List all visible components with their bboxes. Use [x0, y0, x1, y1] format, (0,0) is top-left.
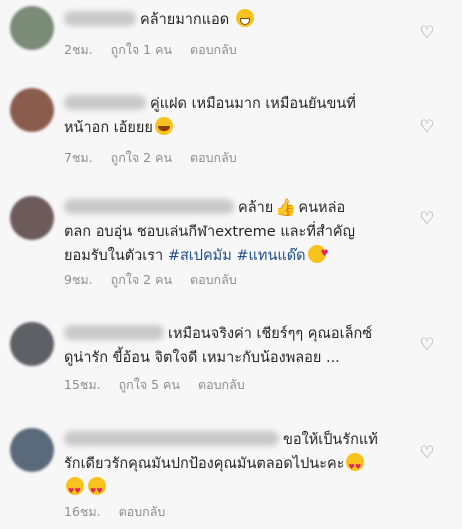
comment-time: 2ชม.: [64, 42, 93, 57]
comment-text: คล้าย 👍 คนหล่อ ตลก อบอุ่น ชอบเล่นกีฬาextre…: [64, 196, 404, 268]
heart-eyes-emoji-icon: [346, 453, 365, 479]
comment-meta: 15ชม. ถูกใจ 5 คน ตอบกลับ: [64, 375, 259, 395]
username[interactable]: [64, 199, 234, 214]
username[interactable]: [64, 325, 164, 340]
username[interactable]: [64, 95, 146, 110]
heart-outline-icon[interactable]: ♡: [418, 118, 436, 136]
grin-emoji-icon: [235, 9, 254, 27]
comment-time: 15ชม.: [64, 377, 101, 392]
laughing-emoji-icon: [154, 117, 173, 135]
likes-count[interactable]: ถูกใจ 2 คน: [111, 272, 172, 287]
avatar[interactable]: [10, 322, 54, 366]
heart-outline-icon[interactable]: ♡: [418, 24, 436, 42]
heart-eyes-emoji-icon: [66, 477, 84, 503]
reply-button[interactable]: ตอบกลับ: [198, 377, 245, 392]
likes-count[interactable]: ถูกใจ 1 คน: [111, 42, 172, 57]
kiss-emoji-icon: [307, 242, 329, 266]
username[interactable]: [64, 11, 136, 26]
reply-button[interactable]: ตอบกลับ: [119, 504, 166, 519]
comment-time: 16ชม.: [64, 504, 101, 519]
comment-text: ขอให้เป็นรักแท้ รักเดียวรักคุณมันปกป้องค…: [64, 428, 404, 503]
avatar[interactable]: [10, 428, 54, 472]
hashtags[interactable]: #สเปคมัม #แทนแด๊ด: [168, 248, 306, 264]
heart-outline-icon[interactable]: ♡: [418, 336, 436, 354]
reply-button[interactable]: ตอบกลับ: [190, 272, 237, 287]
reply-button[interactable]: ตอบกลับ: [190, 42, 237, 57]
comment-meta: 2ชม. ถูกใจ 1 คน ตอบกลับ: [64, 40, 251, 60]
comment-time: 7ชม.: [64, 150, 93, 165]
comment-text: คู่แฝด เหมือนมาก เหมือนยันขนที่ หน้าอก เ…: [64, 95, 356, 136]
heart-outline-icon[interactable]: ♡: [418, 210, 436, 228]
username[interactable]: [64, 431, 279, 446]
likes-count[interactable]: ถูกใจ 2 คน: [111, 150, 172, 165]
comment-text: คล้ายมากแอด: [64, 8, 404, 32]
comment-time: 9ชม.: [64, 272, 93, 287]
comment-meta: 16ชม. ตอบกลับ: [64, 502, 179, 522]
avatar[interactable]: [10, 6, 54, 50]
avatar[interactable]: [10, 196, 54, 240]
heart-eyes-emoji-icon: [88, 477, 106, 503]
comment-meta: 7ชม. ถูกใจ 2 คน ตอบกลับ: [64, 148, 251, 168]
avatar[interactable]: [10, 88, 54, 132]
heart-outline-icon[interactable]: ♡: [418, 444, 436, 462]
likes-count[interactable]: ถูกใจ 5 คน: [119, 377, 180, 392]
thumbs-up-emoji-icon: 👍: [275, 198, 297, 218]
reply-button[interactable]: ตอบกลับ: [190, 150, 237, 165]
comment-text: เหมือนจริงค่า เชียร์ๆๆ คุณอเล็กซ์ ดูน่าร…: [64, 325, 373, 366]
comment-meta: 9ชม. ถูกใจ 2 คน ตอบกลับ: [64, 270, 251, 290]
